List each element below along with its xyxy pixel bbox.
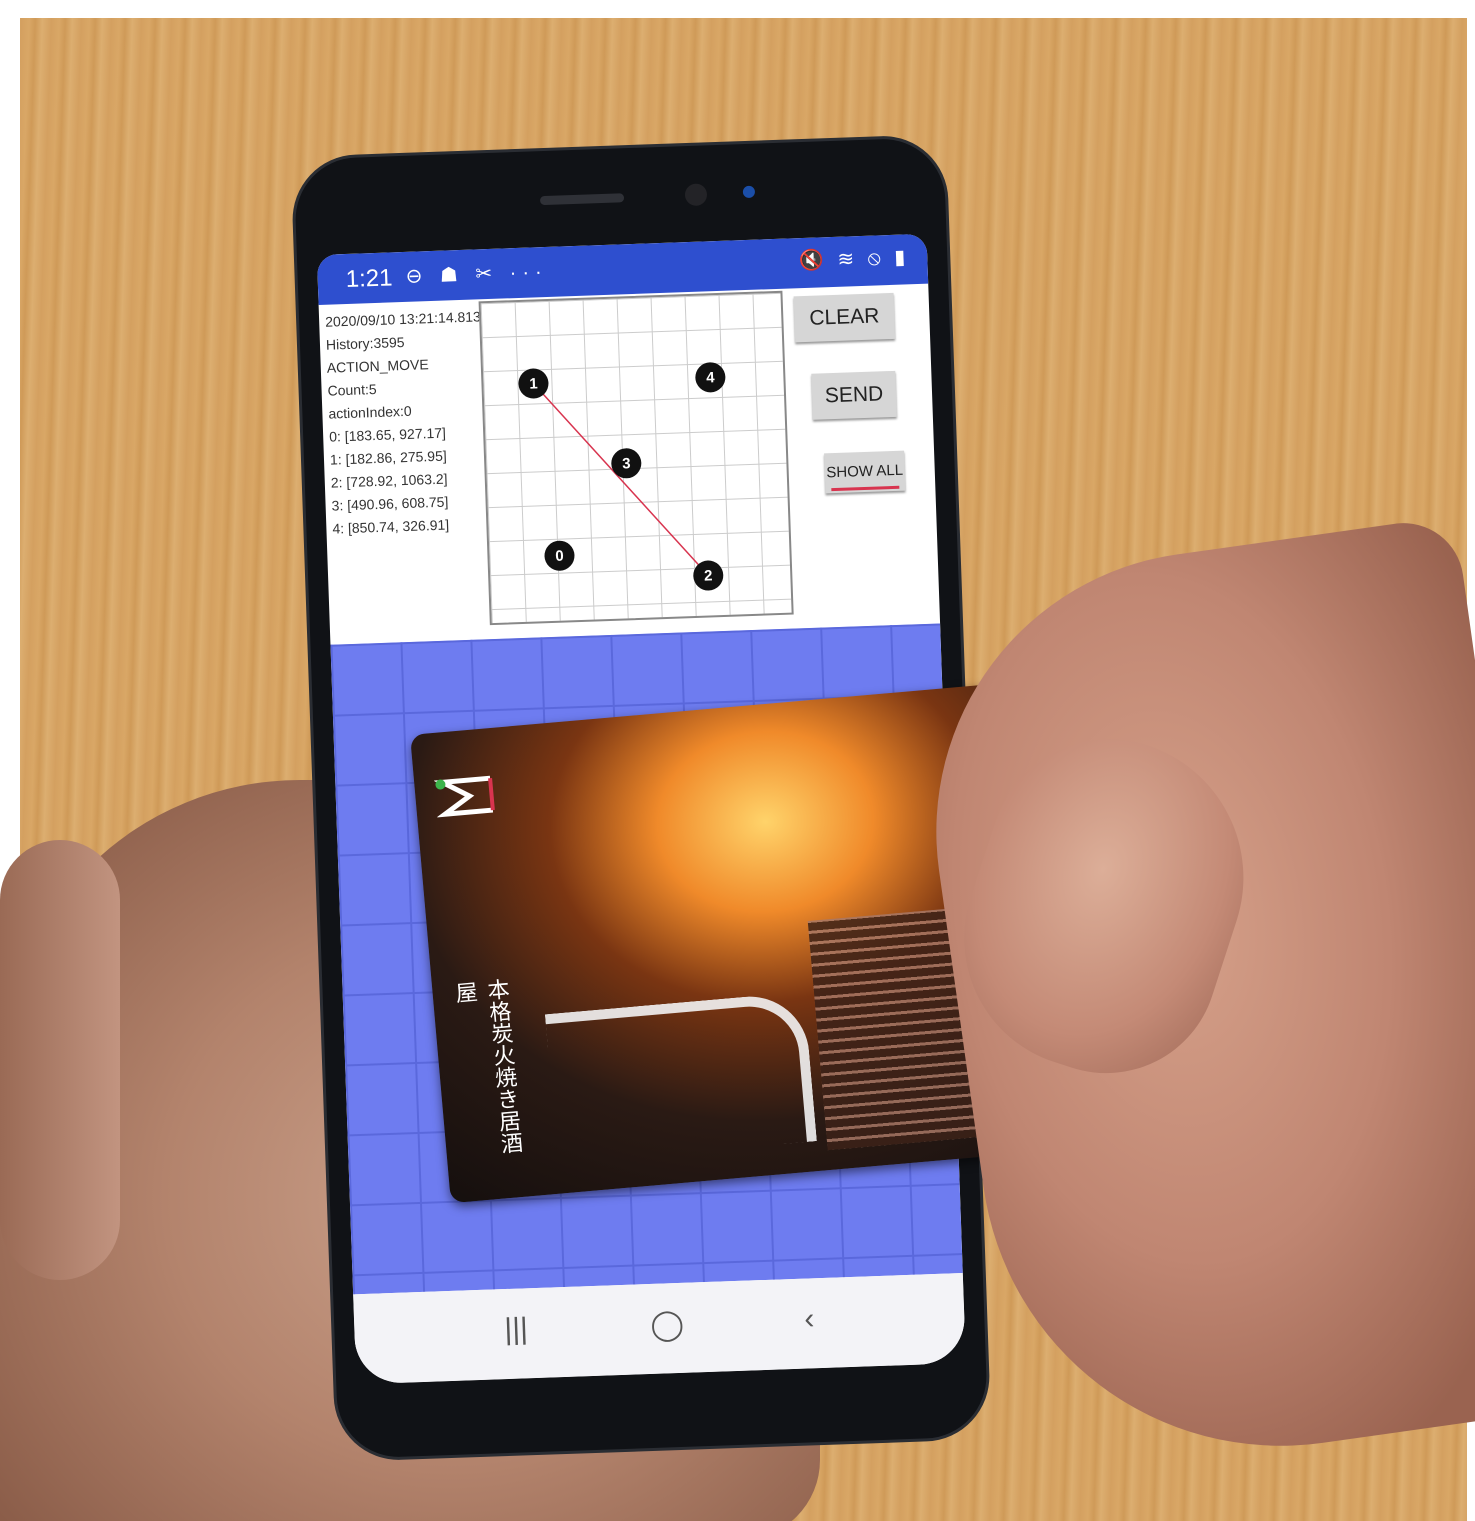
status-time: 1:21 [345, 264, 393, 293]
show-all-button[interactable]: SHOW ALL [824, 450, 906, 494]
system-status-icons: 🔇 ≋ ⦸ ▮ [798, 246, 910, 273]
proximity-sensor [742, 185, 756, 199]
log-line: 4: [850.74, 326.91] [332, 516, 450, 537]
back-icon[interactable]: ‹ [804, 1302, 815, 1336]
touch-log: 2020/09/10 13:21:14.813 History:3595 ACT… [325, 305, 493, 540]
send-button[interactable]: SEND [811, 370, 897, 420]
card-calligraphy [544, 991, 817, 1164]
show-all-label: SHOW ALL [826, 461, 904, 482]
card-logo-icon [433, 775, 495, 818]
frame-border [0, 0, 1475, 18]
touch-grid-canvas[interactable]: 1 4 3 0 2 [478, 290, 794, 626]
card-restaurant-type: 本格炭火焼き居酒屋 [451, 977, 524, 1155]
show-all-underline [831, 485, 900, 492]
clear-button[interactable]: CLEAR [793, 292, 896, 343]
recents-icon[interactable]: ||| [504, 1312, 529, 1347]
home-icon[interactable]: ◯ [650, 1307, 685, 1343]
earpiece-speaker [539, 193, 625, 206]
left-hand-fingers [0, 840, 120, 1280]
photo-scene: 1:21 ⊖ ☗ ✂ ··· 🔇 ≋ ⦸ ▮ 2020/09/10 13:21:… [0, 0, 1475, 1521]
notification-icons: ⊖ ☗ ✂ ··· [405, 260, 549, 288]
front-camera-icon [684, 183, 708, 207]
